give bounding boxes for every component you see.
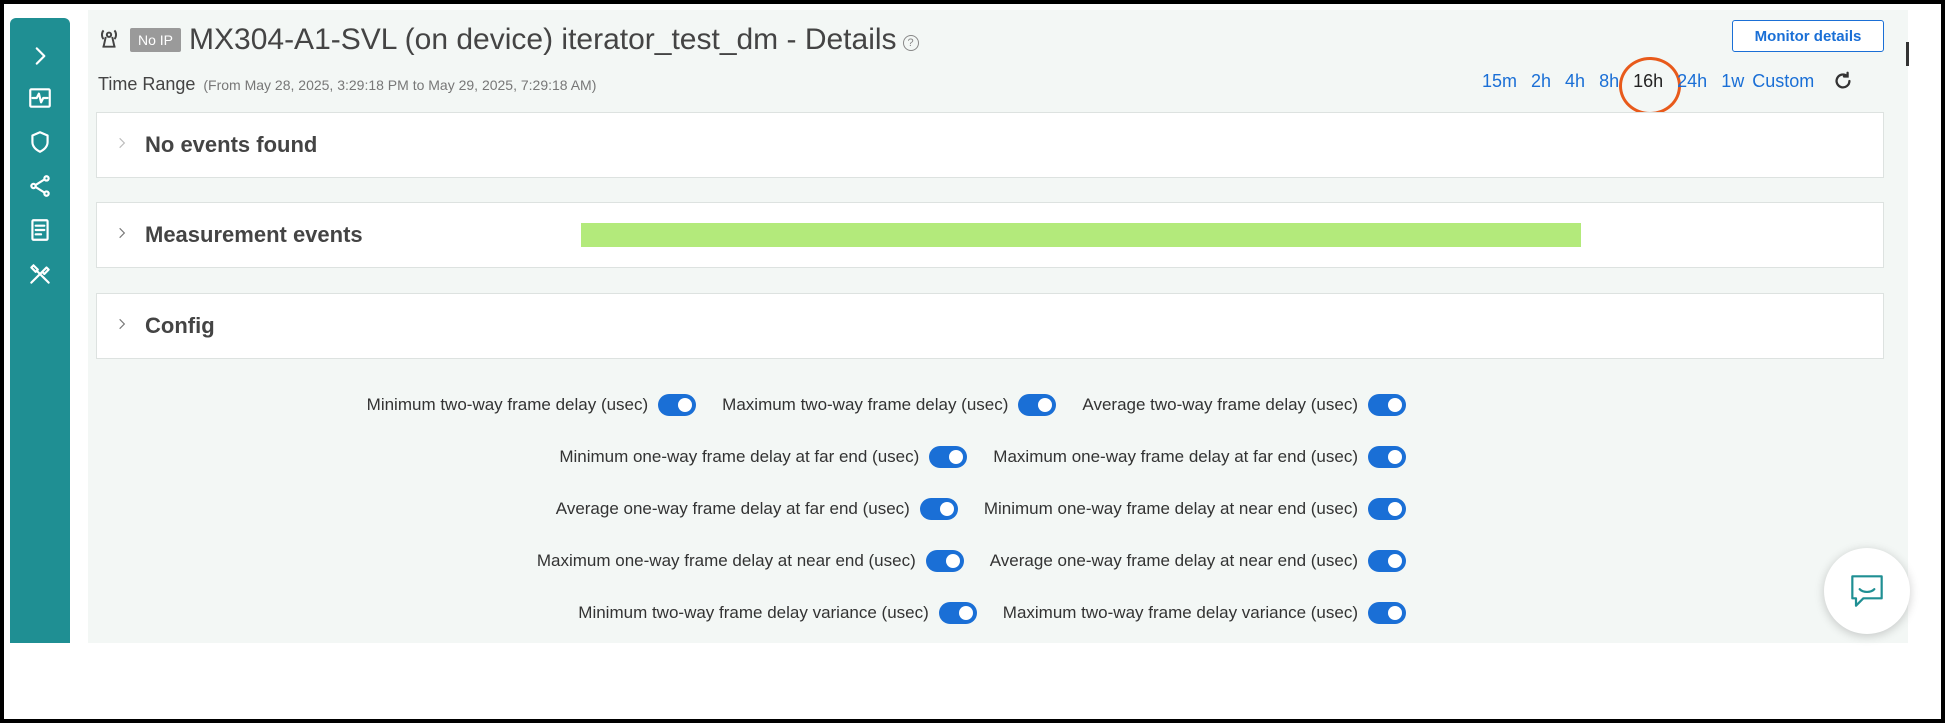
toggle-switch[interactable] xyxy=(938,602,977,624)
toggle-item[interactable]: Minimum one-way frame delay at near end … xyxy=(984,498,1406,520)
events-panel[interactable]: No events found xyxy=(96,112,1884,178)
toggle-label: Average two-way frame delay (usec) xyxy=(1082,395,1358,414)
range-option-24h[interactable]: 24h xyxy=(1677,71,1707,92)
toggle-switch[interactable] xyxy=(658,394,697,416)
measurement-events-panel[interactable]: Measurement events xyxy=(96,202,1884,268)
toggle-switch[interactable] xyxy=(1368,394,1406,416)
time-range: Time Range (From May 28, 2025, 3:29:18 P… xyxy=(98,74,596,95)
activity-icon[interactable] xyxy=(24,82,56,114)
toggle-item[interactable]: Maximum two-way frame delay (usec) xyxy=(722,394,1057,416)
sidebar-expand-chevron-icon[interactable] xyxy=(24,40,56,72)
toggle-row: Minimum one-way frame delay at far end (… xyxy=(533,442,1406,472)
toggle-item[interactable]: Maximum one-way frame delay at near end … xyxy=(537,550,964,572)
toggle-item[interactable]: Minimum two-way frame delay (usec) xyxy=(367,394,697,416)
toggle-switch[interactable] xyxy=(925,550,964,572)
toggle-row: Minimum two-way frame delay variance (us… xyxy=(552,598,1406,628)
range-option-2h[interactable]: 2h xyxy=(1531,71,1551,92)
range-option-4h[interactable]: 4h xyxy=(1565,71,1585,92)
toggle-row: Maximum one-way frame delay at near end … xyxy=(511,546,1406,576)
time-range-label: Time Range xyxy=(98,74,196,94)
toggle-label: Maximum one-way frame delay at far end (… xyxy=(993,447,1358,466)
time-range-options: 15m 2h 4h 8h 16h 24h 1w Custom xyxy=(1482,56,1854,115)
chevron-right-icon xyxy=(115,317,137,336)
toggle-item[interactable]: Average one-way frame delay at near end … xyxy=(990,550,1406,572)
toggle-switch[interactable] xyxy=(919,498,958,520)
config-panel[interactable]: Config xyxy=(96,293,1884,359)
no-ip-badge: No IP xyxy=(130,28,182,52)
chat-icon xyxy=(1851,575,1883,607)
range-option-16h[interactable]: 16h xyxy=(1619,56,1682,115)
config-panel-title: Config xyxy=(145,313,215,338)
toggle-row: Minimum two-way frame delay (usec) Maxim… xyxy=(341,390,1406,420)
toggle-item[interactable]: Minimum one-way frame delay at far end (… xyxy=(559,446,968,468)
shield-icon[interactable] xyxy=(24,126,56,158)
range-option-custom[interactable]: Custom xyxy=(1752,71,1814,92)
toggle-item[interactable]: Average two-way frame delay (usec) xyxy=(1082,394,1406,416)
page-title: MX304-A1-SVL (on device) iterator_test_d… xyxy=(189,23,897,56)
toggle-item[interactable]: Maximum two-way frame delay variance (us… xyxy=(1003,602,1406,624)
toggle-item[interactable]: Maximum one-way frame delay at far end (… xyxy=(993,446,1406,468)
toggle-switch[interactable] xyxy=(1018,394,1057,416)
time-range-span: (From May 28, 2025, 3:29:18 PM to May 29… xyxy=(203,77,597,93)
toggle-label: Minimum two-way frame delay (usec) xyxy=(366,395,649,414)
chevron-right-icon xyxy=(115,136,137,155)
toggle-label: Minimum one-way frame delay at near end … xyxy=(983,499,1358,518)
tools-icon[interactable] xyxy=(24,258,56,290)
toggle-label: Maximum two-way frame delay variance (us… xyxy=(1002,603,1358,622)
scrollbar-thumb[interactable] xyxy=(1906,42,1909,66)
toggle-switch[interactable] xyxy=(1368,550,1406,572)
toggle-switch[interactable] xyxy=(1368,446,1406,468)
toggle-switch[interactable] xyxy=(1368,498,1406,520)
toggle-switch[interactable] xyxy=(929,446,968,468)
toggle-item[interactable]: Average one-way frame delay at far end (… xyxy=(556,498,958,520)
measurement-panel-title: Measurement events xyxy=(145,222,363,247)
toggle-switch[interactable] xyxy=(1368,602,1406,624)
measurement-timeline-bar xyxy=(581,223,1581,247)
range-option-1w[interactable]: 1w xyxy=(1721,71,1744,92)
monitor-details-button[interactable]: Monitor details xyxy=(1732,20,1884,52)
events-panel-title: No events found xyxy=(145,132,318,157)
antenna-icon xyxy=(96,25,122,56)
sidebar xyxy=(10,18,70,643)
toggle-label: Average one-way frame delay at near end … xyxy=(989,551,1358,570)
toggle-item[interactable]: Minimum two-way frame delay variance (us… xyxy=(578,602,977,624)
toggle-label: Maximum one-way frame delay at near end … xyxy=(536,551,916,570)
document-icon[interactable] xyxy=(24,214,56,246)
range-option-8h[interactable]: 8h xyxy=(1599,71,1619,92)
chevron-right-icon xyxy=(115,226,137,245)
main-content: No IP MX304-A1-SVL (on device) iterator_… xyxy=(88,10,1908,643)
toggle-label: Average one-way frame delay at far end (… xyxy=(555,499,910,518)
refresh-icon[interactable] xyxy=(1832,70,1854,92)
toggle-label: Maximum two-way frame delay (usec) xyxy=(722,395,1009,414)
toggle-label: Minimum two-way frame delay variance (us… xyxy=(578,603,929,622)
help-icon[interactable]: ? xyxy=(902,35,919,51)
page-header: No IP MX304-A1-SVL (on device) iterator_… xyxy=(96,20,919,60)
toggle-label: Minimum one-way frame delay at far end (… xyxy=(559,447,920,466)
toggle-row: Average one-way frame delay at far end (… xyxy=(530,494,1406,524)
share-icon[interactable] xyxy=(24,170,56,202)
chat-button[interactable] xyxy=(1824,548,1910,634)
range-option-15m[interactable]: 15m xyxy=(1482,71,1517,92)
